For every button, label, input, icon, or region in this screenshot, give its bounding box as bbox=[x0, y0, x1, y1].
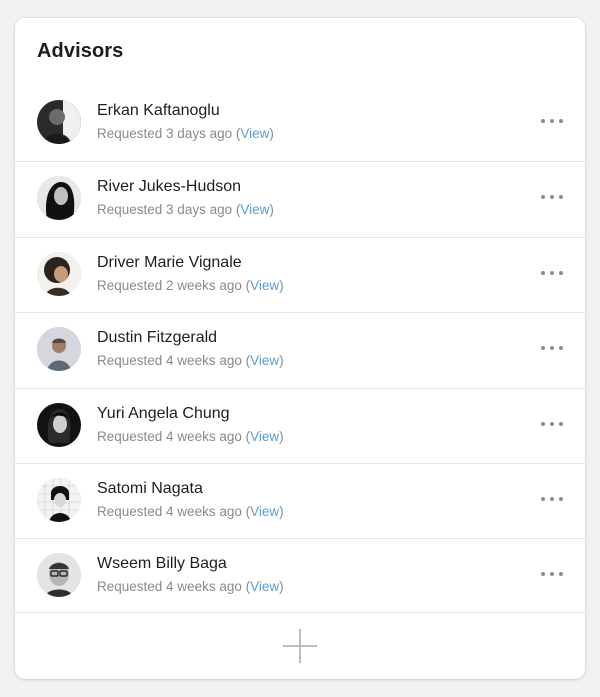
advisor-row: Dustin Fitzgerald Requested 4 weeks ago … bbox=[15, 312, 585, 387]
advisors-card: Advisors Erkan Kaftanoglu Requested 3 da… bbox=[15, 18, 585, 679]
avatar bbox=[37, 402, 81, 447]
advisor-status: Requested 3 days ago (View) bbox=[97, 126, 274, 141]
advisor-name: Erkan Kaftanoglu bbox=[97, 102, 220, 119]
more-options-icon[interactable] bbox=[541, 266, 563, 280]
status-text: Requested 3 days ago bbox=[97, 126, 233, 141]
card-title: Advisors bbox=[37, 40, 124, 62]
advisor-row: Wseem Billy Baga Requested 4 weeks ago (… bbox=[15, 538, 585, 613]
view-link[interactable]: View bbox=[240, 202, 269, 217]
advisor-row: Driver Marie Vignale Requested 2 weeks a… bbox=[15, 236, 585, 312]
status-text: Requested 4 weeks ago bbox=[97, 428, 242, 444]
more-options-icon[interactable] bbox=[541, 492, 563, 506]
more-options-icon[interactable] bbox=[541, 567, 563, 581]
advisor-row: Yuri Angela Chung Requested 4 weeks ago … bbox=[15, 387, 585, 463]
advisor-row: Satomi Nagata Requested 4 weeks ago (Vie… bbox=[15, 462, 585, 538]
add-advisor-button[interactable] bbox=[283, 629, 317, 663]
status-text: Requested 2 weeks ago bbox=[97, 277, 242, 293]
avatar bbox=[37, 553, 81, 598]
advisor-name: Satomi Nagata bbox=[97, 479, 203, 497]
view-link[interactable]: View bbox=[250, 353, 279, 368]
advisor-name: River Jukes-Hudson bbox=[97, 178, 242, 196]
status-text: Requested 4 weeks ago bbox=[97, 353, 242, 369]
advisor-status: Requested 2 weeks ago (View) bbox=[97, 277, 284, 293]
more-options-icon[interactable] bbox=[541, 190, 563, 204]
advisor-name: Driver Marie Vignale bbox=[97, 253, 242, 271]
advisor-row: Erkan Kaftanoglu Requested 3 days ago (V… bbox=[15, 86, 585, 161]
view-link[interactable]: View bbox=[240, 126, 269, 141]
more-options-icon[interactable] bbox=[541, 417, 563, 431]
advisor-status: Requested 4 weeks ago (View) bbox=[97, 353, 284, 369]
advisor-row: River Jukes-Hudson Requested 3 days ago … bbox=[15, 161, 585, 236]
more-options-icon[interactable] bbox=[541, 114, 563, 128]
status-text: Requested 3 days ago bbox=[97, 202, 233, 218]
advisor-status: Requested 4 weeks ago (View) bbox=[97, 579, 284, 595]
advisor-name: Dustin Fitzgerald bbox=[97, 329, 218, 347]
add-advisor-row bbox=[15, 612, 585, 679]
advisor-status: Requested 3 days ago (View) bbox=[97, 202, 274, 218]
view-link[interactable]: View bbox=[250, 429, 279, 444]
advisor-list: Erkan Kaftanoglu Requested 3 days ago (V… bbox=[15, 86, 585, 614]
view-link[interactable]: View bbox=[250, 504, 279, 519]
status-text: Requested 4 weeks ago bbox=[97, 579, 242, 595]
advisor-status: Requested 4 weeks ago (View) bbox=[97, 503, 284, 519]
avatar bbox=[37, 327, 81, 372]
advisor-name: Yuri Angela Chung bbox=[97, 404, 230, 422]
avatar bbox=[37, 251, 81, 296]
view-link[interactable]: View bbox=[250, 278, 279, 293]
avatar bbox=[37, 100, 81, 144]
avatar bbox=[37, 477, 81, 522]
advisor-status: Requested 4 weeks ago (View) bbox=[97, 428, 284, 444]
status-text: Requested 4 weeks ago bbox=[97, 503, 242, 519]
view-link[interactable]: View bbox=[250, 579, 279, 594]
more-options-icon[interactable] bbox=[541, 341, 563, 355]
avatar bbox=[37, 176, 81, 221]
advisor-name: Wseem Billy Baga bbox=[97, 555, 227, 573]
